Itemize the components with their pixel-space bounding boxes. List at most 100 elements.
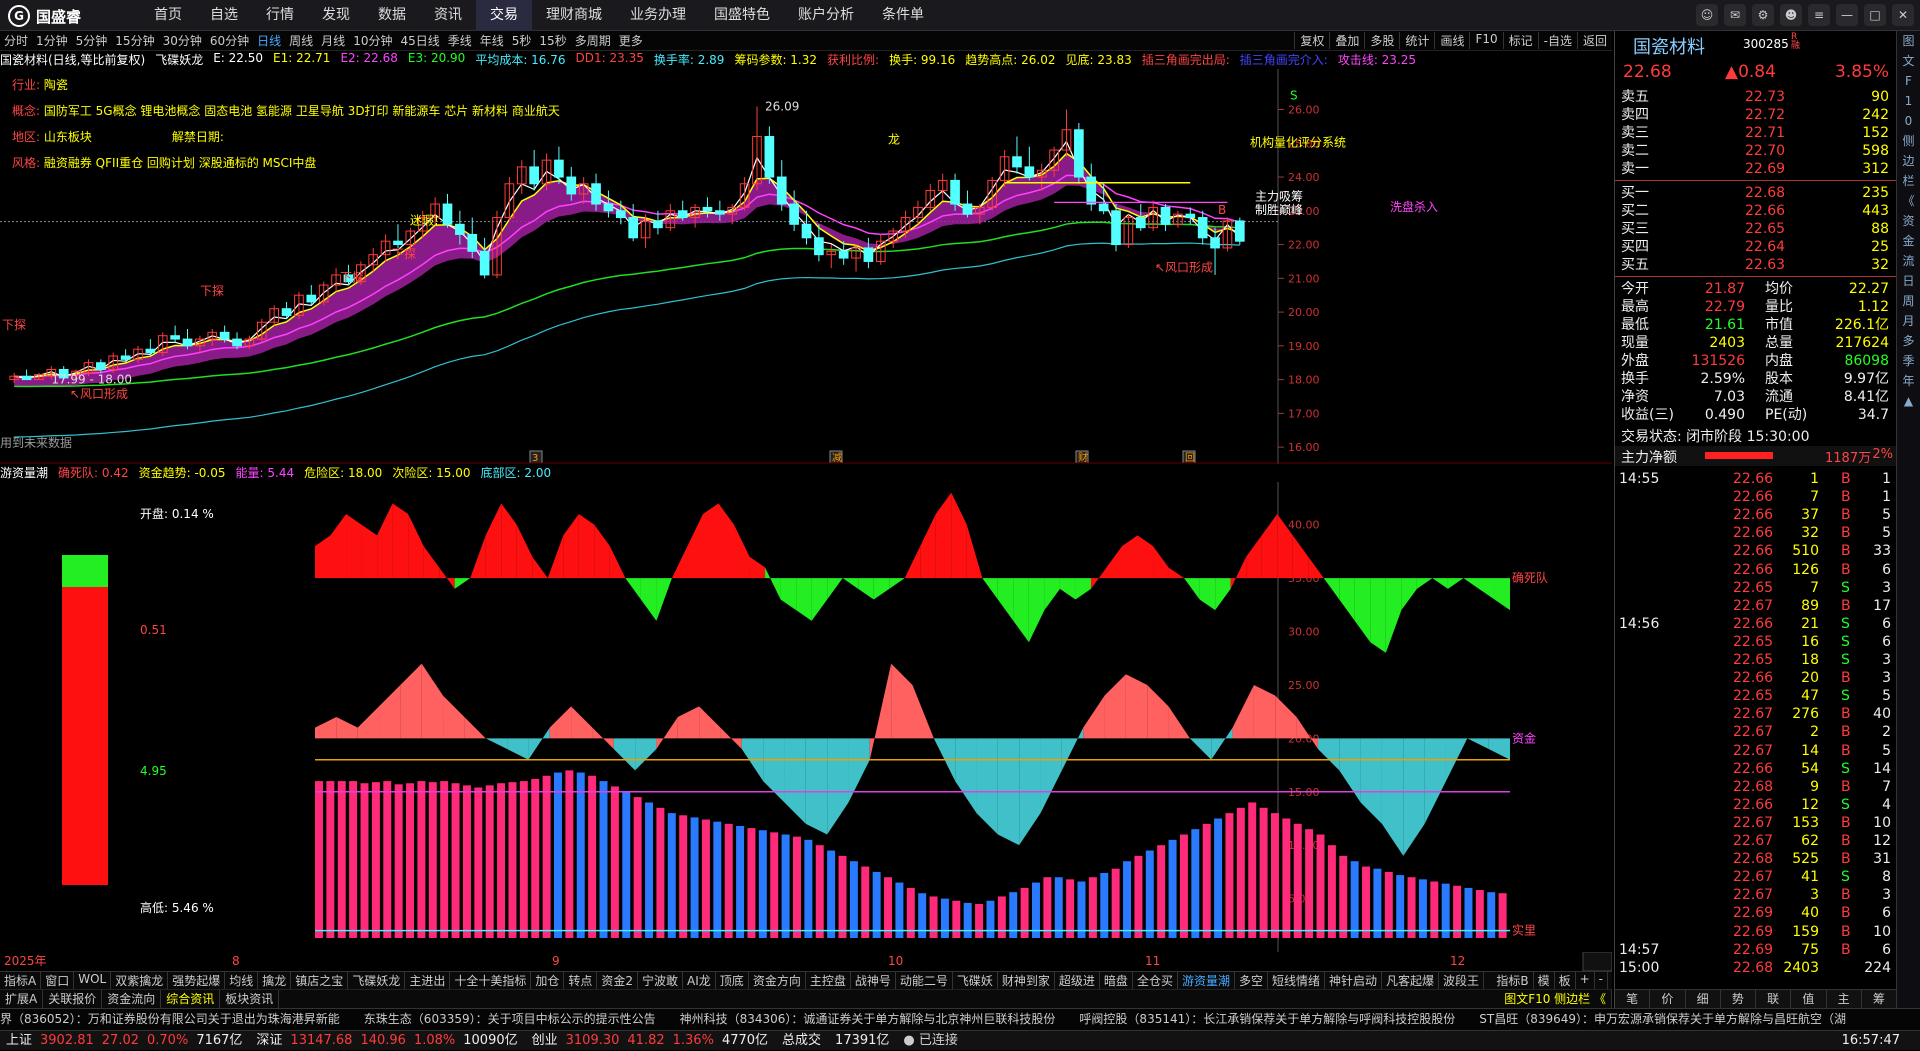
candle[interactable] [776,160,787,211]
sidebar-item[interactable]: 边 [1897,151,1920,171]
index-quote[interactable]: 深证 13147.68 140.96 1.08% 10090亿 [256,1031,517,1050]
indicator-tab[interactable]: 飞碟妖龙 [348,972,406,989]
indicator-tab[interactable]: 指标A [0,972,42,989]
sidebar-item[interactable]: 栏 [1897,171,1920,191]
tool-button[interactable]: 返回 [1576,32,1612,49]
sidebar-item[interactable]: 文 [1897,51,1920,71]
user-icon[interactable]: ☻ [1780,4,1802,26]
indicator-tab[interactable]: 暗盘 [1100,972,1133,989]
indicator-tab[interactable]: 资金方向 [749,972,806,989]
candle[interactable] [1123,214,1134,248]
candle[interactable] [1012,136,1022,174]
candle[interactable] [677,200,688,221]
period-tab[interactable]: 15秒 [535,32,570,49]
tool-button[interactable]: 标记 [1502,32,1538,49]
period-tab[interactable]: 30分钟 [159,32,206,49]
info-tab[interactable]: 综合资讯 [161,990,221,1008]
period-tab[interactable]: 季线 [444,32,476,49]
tool-button[interactable]: 多股 [1364,32,1399,49]
tab-right-button[interactable]: + [1576,972,1595,989]
indicator-tab[interactable]: 窗口 [41,972,75,989]
indicator-tab[interactable]: 超级进 [1055,972,1100,989]
detail-tab[interactable]: 细 [1686,990,1721,1008]
indicator-tab[interactable]: 宁波敢 [638,972,684,989]
sidebar-item[interactable]: 资 [1897,211,1920,231]
tab-right-button[interactable]: 板 [1555,972,1576,989]
candle[interactable] [393,224,403,248]
sidebar-item[interactable]: 日 [1897,271,1920,291]
sidebar-item[interactable]: 0 [1897,111,1920,131]
menu-item[interactable]: 条件单 [868,0,938,31]
candle[interactable] [442,193,453,228]
indicator-tab[interactable]: 镇店之宝 [291,972,349,989]
period-tab[interactable]: 更多 [615,32,647,49]
menu-item[interactable]: 交易 [476,0,532,31]
indicator-tab[interactable]: 加仓 [531,972,565,989]
indicator-tab[interactable]: 神针启动 [1325,972,1383,989]
indicator-tab[interactable]: 主进出 [405,972,451,989]
candle[interactable] [1148,200,1158,232]
indicator-tab[interactable]: 强势起爆 [168,972,226,989]
candle[interactable] [306,285,317,306]
indicator-tab[interactable]: 十全十美指标 [450,972,532,989]
tab-right-button[interactable]: - [1595,972,1608,989]
menu-item[interactable]: 资讯 [420,0,476,31]
f10-sidebar-button[interactable]: 图文F10 侧边栏 《 [1499,990,1612,1008]
news-ticker[interactable]: 界（836052）：万和证券股份有限公司关于退出为珠海港昇新能 东珠生态（603… [0,1008,1920,1030]
period-tab[interactable]: 周线 [285,32,317,49]
candle[interactable] [1160,204,1171,232]
indicator-tab[interactable]: 顶底 [716,972,749,989]
index-quote[interactable]: 创业 3109.30 41.82 1.36% 4770亿 [532,1031,768,1050]
candle[interactable] [269,305,280,326]
indicator-tab[interactable]: 擒龙 [258,972,292,989]
tool-button[interactable]: 画线 [1434,32,1469,49]
menu-item[interactable]: 自选 [196,0,252,31]
period-tab[interactable]: 15分钟 [111,32,158,49]
close-icon[interactable]: ✕ [1892,4,1914,26]
sidebar-item[interactable]: 《 [1897,191,1920,211]
candle[interactable] [1086,163,1097,211]
detail-tab[interactable]: 筹 [1862,990,1897,1008]
index-quote[interactable]: 上证 3902.81 27.02 0.70% 7167亿 [6,1031,242,1050]
event-marker[interactable]: 3 [532,453,538,464]
tool-button[interactable]: 统计 [1399,32,1434,49]
candle[interactable] [318,281,329,306]
sidebar-item[interactable]: 月 [1897,311,1920,331]
candle[interactable] [1234,217,1245,245]
candle[interactable] [875,234,886,265]
sidebar-item[interactable]: 侧 [1897,131,1920,151]
candle[interactable] [1135,204,1146,232]
candle[interactable] [937,173,948,201]
indicator-tab[interactable]: 均线 [225,972,259,989]
event-marker[interactable]: 减 [832,452,842,464]
indicator-tab[interactable]: 全仓买 [1133,972,1178,989]
sidebar-item[interactable]: 多 [1897,331,1920,351]
indicator-tab[interactable]: 飞碟妖 [953,972,998,989]
indicator-tab[interactable]: 战神号 [851,972,896,989]
candle[interactable] [764,126,775,184]
sidebar-item[interactable]: F [1897,71,1920,91]
minimize-icon[interactable]: — [1836,4,1858,26]
sidebar-item[interactable]: ▲ [1897,391,1920,411]
menu-item[interactable]: 发现 [308,0,364,31]
tool-button[interactable]: 复权 [1294,32,1329,49]
indicator-tab[interactable]: 游资量潮 [1178,972,1235,989]
candle[interactable] [281,301,292,319]
indicator-tab[interactable]: 波段王 [1439,972,1485,989]
indicator-tab[interactable]: AI龙 [683,972,716,989]
menu-item[interactable]: 理财商城 [532,0,616,31]
sub-indicator-chart[interactable]: 5.0010.0015.0020.0025.0030.0035.0040.00开… [0,482,1612,952]
sidebar-item[interactable]: 流 [1897,251,1920,271]
candle[interactable] [479,237,490,279]
indicator-tab[interactable]: 资金2 [597,972,639,989]
indicator-tab[interactable]: WOL [74,972,112,989]
period-tab[interactable]: 5分钟 [72,32,112,49]
sidebar-item[interactable]: 周 [1897,291,1920,311]
menu-item[interactable]: 业务办理 [616,0,700,31]
candle[interactable] [182,328,193,350]
period-tab[interactable]: 60分钟 [206,32,253,49]
period-tab[interactable]: 1分钟 [32,32,72,49]
event-marker[interactable]: 财 [1078,451,1088,464]
detail-tab[interactable]: 联 [1756,990,1792,1008]
sidebar-item[interactable]: 年 [1897,371,1920,391]
